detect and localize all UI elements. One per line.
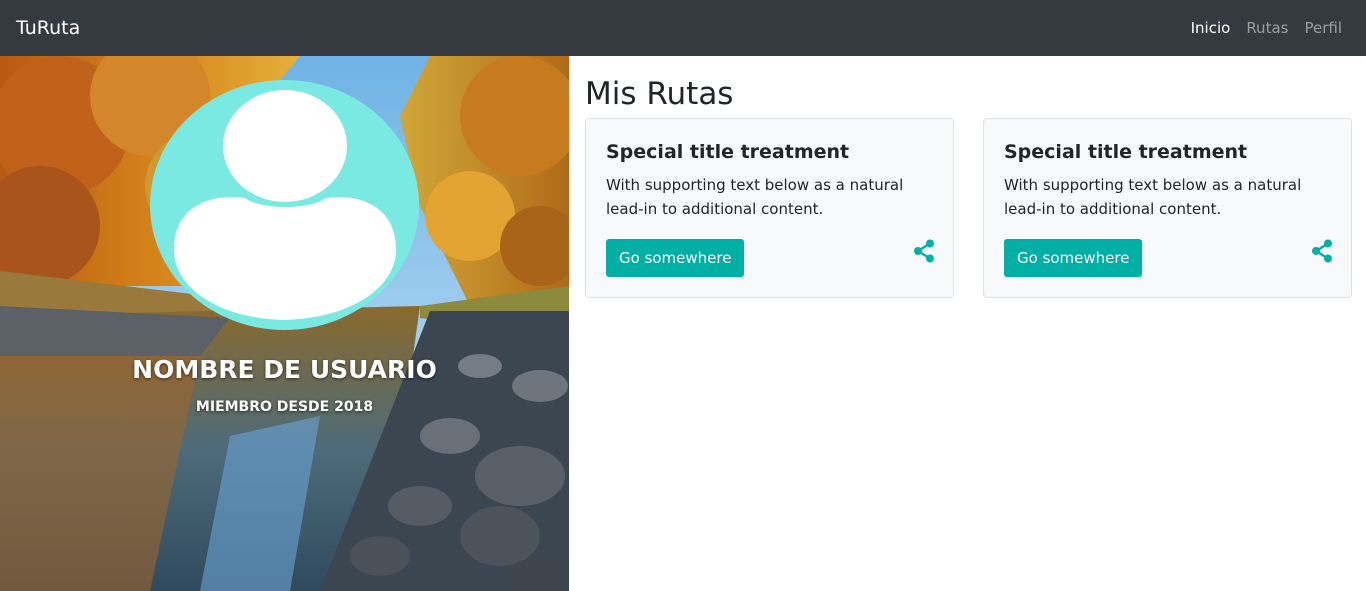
route-card: Special title treatment With supporting … — [983, 118, 1352, 298]
member-since: MIEMBRO DESDE 2018 — [195, 399, 374, 415]
main-content: Mis Rutas Special title treatment With s… — [585, 56, 1355, 298]
go-somewhere-button[interactable]: Go somewhere — [606, 239, 745, 277]
nav-item-perfil[interactable]: Perfil — [1296, 11, 1350, 45]
profile-panel: NOMBRE DE USUARIO MIEMBRO DESDE 2018 — [0, 56, 569, 591]
share-icon[interactable] — [913, 239, 935, 263]
user-silhouette-icon[interactable] — [150, 80, 419, 330]
card-title: Special title treatment — [606, 141, 850, 163]
card-text: With supporting text below as a natural … — [606, 176, 904, 218]
nav-item-rutas[interactable]: Rutas — [1238, 11, 1296, 45]
route-card: Special title treatment With supporting … — [585, 118, 954, 298]
user-name: NOMBRE DE USUARIO — [132, 355, 437, 384]
nav-item-inicio[interactable]: Inicio — [1183, 11, 1239, 45]
share-icon[interactable] — [1311, 239, 1333, 263]
card-text: With supporting text below as a natural … — [1004, 176, 1302, 218]
page-title: Mis Rutas — [585, 76, 734, 112]
navbar: TuRuta Inicio Rutas Perfil — [0, 0, 1366, 56]
card-title: Special title treatment — [1004, 141, 1248, 163]
go-somewhere-button[interactable]: Go somewhere — [1004, 239, 1143, 277]
brand-logo[interactable]: TuRuta — [16, 17, 80, 39]
nav-menu: Inicio Rutas Perfil — [1183, 11, 1350, 45]
